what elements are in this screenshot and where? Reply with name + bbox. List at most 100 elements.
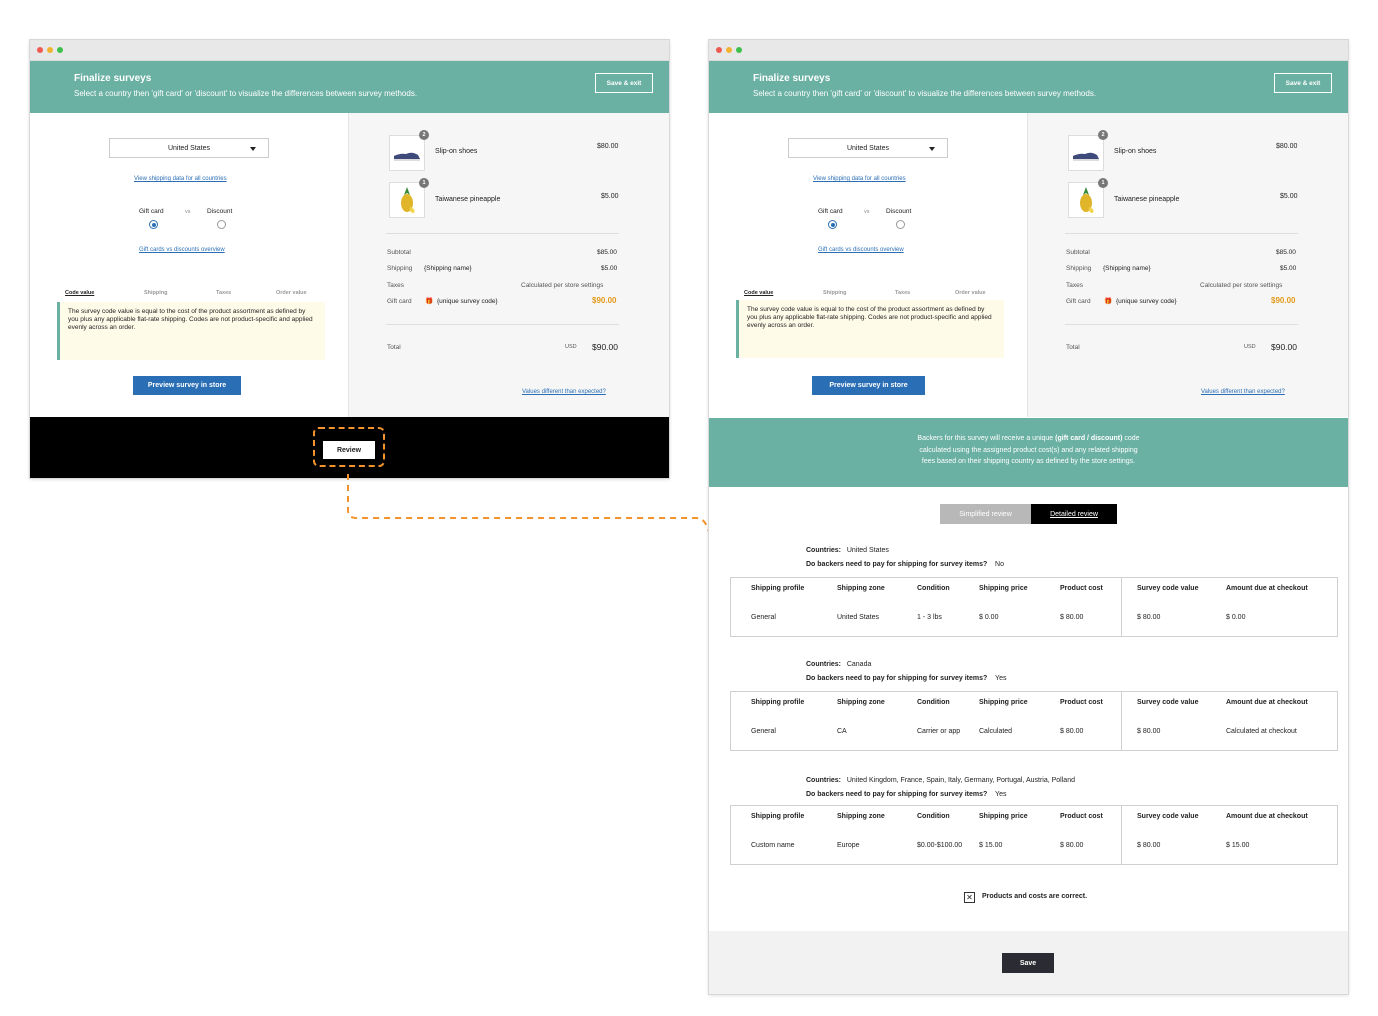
gift-card-radio[interactable] xyxy=(828,220,837,229)
tab-detailed-review[interactable]: Detailed review xyxy=(1031,504,1117,524)
shipping-table-europe: Shipping profile Shipping zone Condition… xyxy=(730,805,1338,865)
pay-shipping-line: Do backers need to pay for shipping for … xyxy=(806,791,1006,798)
pay-shipping-label: Do backers need to pay for shipping for … xyxy=(806,561,988,568)
table-cell: $ 80.00 xyxy=(1060,842,1084,849)
table-divider xyxy=(1121,692,1122,750)
values-different-link[interactable]: Values different than expected? xyxy=(1201,389,1285,395)
product-price: $5.00 xyxy=(1280,193,1298,200)
amount-due-cell: $ 15.00 xyxy=(1226,842,1250,849)
country-select[interactable]: United States xyxy=(788,138,948,158)
gift-card-summary-label: Gift card xyxy=(1066,298,1091,305)
pay-shipping-line: Do backers need to pay for shipping for … xyxy=(806,675,1006,682)
column-header: Shipping profile xyxy=(751,585,805,592)
main-content: United States View shipping data for all… xyxy=(709,113,1348,417)
divider xyxy=(1065,233,1298,234)
column-header: Shipping price xyxy=(979,699,1028,706)
table-cell: Custom name xyxy=(751,842,795,849)
countries-line: Countries: Canada xyxy=(806,661,871,668)
maximize-dot-icon[interactable] xyxy=(736,47,742,53)
overview-link[interactable]: Gift cards vs discounts overview xyxy=(818,247,904,253)
info-bold: (gift card / discount) xyxy=(1055,435,1123,442)
pay-shipping-value: Yes xyxy=(995,675,1007,682)
subtotal-value: $85.00 xyxy=(1276,249,1296,256)
table-cell: United States xyxy=(837,614,880,621)
table-cell: $ 80.00 xyxy=(1137,614,1161,621)
view-shipping-link[interactable]: View shipping data for all countries xyxy=(813,176,906,182)
gift-card-code: {unique survey code} xyxy=(1116,298,1177,305)
column-header: Product cost xyxy=(1060,585,1103,592)
shipping-name: {Shipping name} xyxy=(1103,265,1151,272)
countries-label: Countries: xyxy=(806,777,841,784)
total-value: $90.00 xyxy=(1271,342,1297,352)
title-bar xyxy=(709,40,1348,61)
tab-simplified-review[interactable]: Simplified review xyxy=(940,504,1031,524)
column-header: Shipping price xyxy=(979,585,1028,592)
table-cell: $ 15.00 xyxy=(979,842,1003,849)
preview-survey-button[interactable]: Preview survey in store xyxy=(812,376,925,395)
info-text: Backers for this survey will receive a u… xyxy=(917,435,1056,442)
table-cell: $0.00-$100.00 xyxy=(917,842,963,849)
info-line-1: Backers for this survey will receive a u… xyxy=(709,433,1348,445)
info-line-3: fees based on their shipping country as … xyxy=(921,458,1136,465)
column-header: Shipping profile xyxy=(751,699,805,706)
column-header: Survey code value xyxy=(1137,813,1199,820)
info-band: Backers for this survey will receive a u… xyxy=(709,418,1348,487)
column-header: Condition xyxy=(917,585,950,592)
save-button[interactable]: Save xyxy=(1002,953,1054,973)
table-cell: CA xyxy=(837,728,847,735)
footer-bar: Save xyxy=(709,931,1348,994)
chevron-down-icon xyxy=(929,147,935,151)
column-header: Amount due at checkout xyxy=(1226,585,1308,592)
table-cell: $ 80.00 xyxy=(1137,728,1161,735)
table-cell: $ 80.00 xyxy=(1137,842,1161,849)
product-name: Slip-on shoes xyxy=(1114,148,1157,155)
countries-label: Countries: xyxy=(806,547,841,554)
survey-settings-panel: United States View shipping data for all… xyxy=(709,113,1028,417)
column-header: Shipping profile xyxy=(751,813,805,820)
shipping-table-us: Shipping profile Shipping zone Condition… xyxy=(730,577,1338,637)
subtotal-label: Subtotal xyxy=(1066,249,1090,256)
total-label: Total xyxy=(1066,344,1080,351)
confirm-label: Products and costs are correct. xyxy=(982,893,1088,900)
close-dot-icon[interactable] xyxy=(716,47,722,53)
pay-shipping-label: Do backers need to pay for shipping for … xyxy=(806,675,988,682)
countries-line: Countries: United States xyxy=(806,547,889,554)
column-header: Amount due at checkout xyxy=(1226,813,1308,820)
confirm-checkbox[interactable]: ✕ xyxy=(964,892,975,903)
code-value-note: The survey code value is equal to the co… xyxy=(736,300,1004,358)
tab-shipping[interactable]: Shipping xyxy=(823,290,847,296)
country-select-value: United States xyxy=(846,144,890,152)
shipping-label: Shipping xyxy=(1066,265,1092,272)
right-window: Finalize surveys Select a country then '… xyxy=(709,40,1348,994)
countries-line: Countries: United Kingdom, France, Spain… xyxy=(806,777,1075,784)
page-subtitle: Select a country then 'gift card' or 'di… xyxy=(753,89,1097,98)
page-title: Finalize surveys xyxy=(753,73,831,84)
order-summary-panel: 2 Slip-on shoes $80.00 1 Taiwanese pinea… xyxy=(1028,113,1348,417)
divider xyxy=(1065,324,1298,325)
table-divider xyxy=(1121,578,1122,636)
product-name: Taiwanese pineapple xyxy=(1114,196,1180,203)
column-header: Shipping zone xyxy=(837,813,885,820)
table-cell: $ 0.00 xyxy=(979,614,999,621)
taxes-label: Taxes xyxy=(1066,282,1083,289)
table-divider xyxy=(1121,806,1122,864)
currency-label: USD xyxy=(1244,344,1256,350)
countries-value: United Kingdom, France, Spain, Italy, Ge… xyxy=(846,777,1075,784)
shoe-image xyxy=(1068,135,1104,171)
gift-icon: 🎁 xyxy=(1104,298,1113,305)
countries-value: United States xyxy=(846,547,889,554)
pay-shipping-line: Do backers need to pay for shipping for … xyxy=(806,561,1004,568)
minimize-dot-icon[interactable] xyxy=(726,47,732,53)
table-cell: General xyxy=(751,614,776,621)
column-header: Survey code value xyxy=(1137,585,1199,592)
tab-code-value[interactable]: Code value xyxy=(744,290,773,296)
table-cell: General xyxy=(751,728,776,735)
info-text: code xyxy=(1122,435,1140,442)
column-header: Amount due at checkout xyxy=(1226,699,1308,706)
save-exit-button[interactable]: Save & exit xyxy=(1274,73,1332,93)
info-line-2: calculated using the assigned product co… xyxy=(919,446,1138,454)
discount-radio[interactable] xyxy=(896,220,905,229)
tab-order-value[interactable]: Order value xyxy=(955,290,986,296)
tab-taxes[interactable]: Taxes xyxy=(895,290,910,296)
table-cell: Europe xyxy=(837,842,860,849)
